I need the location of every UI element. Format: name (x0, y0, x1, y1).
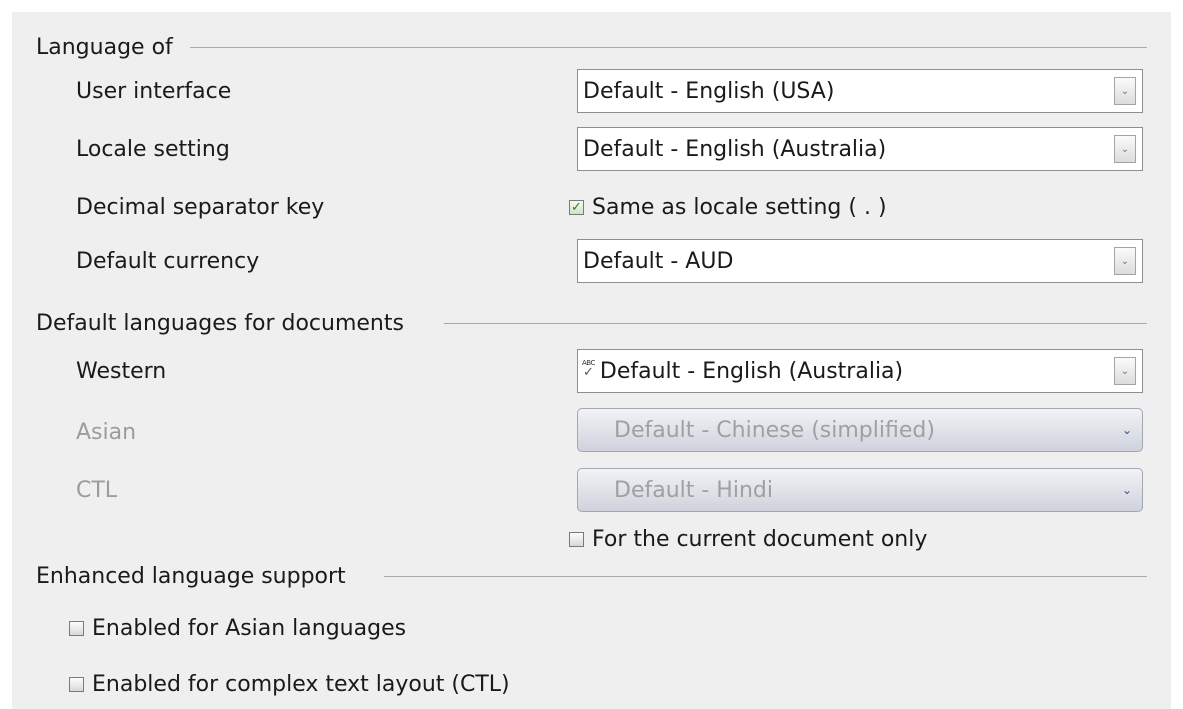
enable-ctl-label: Enabled for complex text layout (CTL) (92, 671, 510, 697)
decimal-separator-checkbox[interactable]: ✓ Same as locale setting ( . ) (569, 192, 887, 222)
checkbox-icon[interactable] (69, 676, 84, 692)
current-document-only-label: For the current document only (592, 526, 928, 552)
enable-asian-label: Enabled for Asian languages (92, 615, 407, 641)
section-divider (444, 323, 1147, 324)
default-currency-label: Default currency (76, 248, 260, 274)
language-settings-panel: Language of User interface Default - Eng… (12, 12, 1171, 709)
enable-asian-checkbox[interactable]: Enabled for Asian languages (69, 613, 406, 643)
decimal-separator-checkbox-label: Same as locale setting ( . ) (592, 194, 887, 220)
checkbox-icon[interactable] (69, 620, 84, 636)
section-divider (190, 47, 1147, 48)
decimal-separator-label: Decimal separator key (76, 194, 325, 220)
locale-setting-dropdown[interactable]: Default - English (Australia) ⌄ (577, 127, 1143, 171)
western-dropdown[interactable]: ABC ✓ Default - English (Australia) ⌄ (577, 349, 1143, 393)
enable-ctl-checkbox[interactable]: Enabled for complex text layout (CTL) (69, 669, 510, 699)
section-default-languages: Default languages for documents (36, 310, 404, 336)
user-interface-dropdown[interactable]: Default - English (USA) ⌄ (577, 69, 1143, 113)
section-divider (384, 576, 1147, 577)
user-interface-label: User interface (76, 78, 232, 104)
default-currency-dropdown[interactable]: Default - AUD ⌄ (577, 239, 1143, 283)
chevron-down-icon[interactable]: ⌄ (1114, 77, 1136, 105)
section-language-of: Language of (36, 34, 173, 60)
chevron-down-icon[interactable]: ⌄ (1114, 247, 1136, 275)
current-document-only-checkbox[interactable]: For the current document only (569, 524, 927, 554)
western-value: ABC ✓ Default - English (Australia) (582, 358, 904, 384)
spell-check-icon: ABC ✓ (582, 358, 595, 380)
checkmark-icon[interactable]: ✓ (569, 199, 584, 215)
asian-dropdown: Default - Chinese (simplified) ⌄ (577, 408, 1143, 452)
chevron-down-icon[interactable]: ⌄ (1114, 135, 1136, 163)
chevron-down-icon: ⌄ (1121, 483, 1133, 497)
user-interface-value: Default - English (USA) (583, 78, 835, 104)
ctl-dropdown: Default - Hindi ⌄ (577, 468, 1143, 512)
locale-setting-value: Default - English (Australia) (583, 136, 887, 162)
asian-label: Asian (76, 419, 137, 445)
asian-value: Default - Chinese (simplified) (614, 417, 935, 443)
chevron-down-icon[interactable]: ⌄ (1114, 357, 1136, 385)
chevron-down-icon: ⌄ (1121, 423, 1133, 437)
default-currency-value: Default - AUD (583, 248, 734, 274)
western-label: Western (76, 358, 167, 384)
ctl-label: CTL (76, 477, 118, 503)
checkbox-icon[interactable] (569, 531, 584, 547)
locale-setting-label: Locale setting (76, 136, 230, 162)
section-enhanced-support: Enhanced language support (36, 563, 346, 589)
ctl-value: Default - Hindi (614, 477, 773, 503)
